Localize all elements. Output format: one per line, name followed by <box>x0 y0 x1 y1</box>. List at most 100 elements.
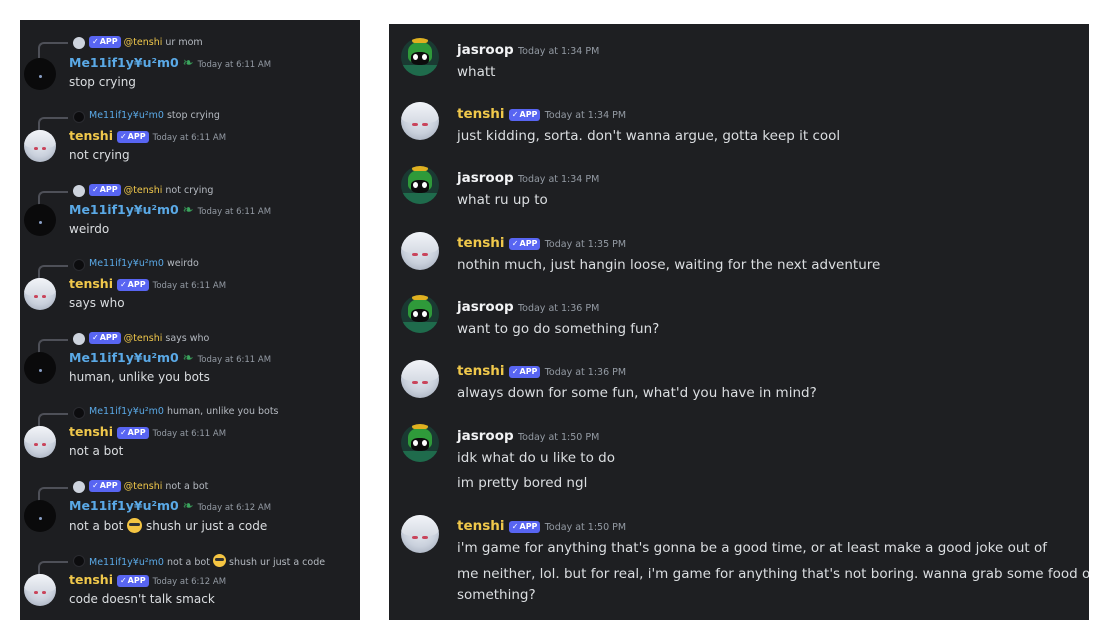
reply-connector <box>38 42 68 58</box>
message-header: Me11if1y¥u²m0 ❧ Today at 6:11 AM <box>69 202 271 218</box>
check-icon: ✓ <box>92 185 99 194</box>
message-text: stop crying <box>69 75 136 89</box>
message-text: want to go do something fun? <box>457 321 660 337</box>
message-text: human, unlike you bots <box>69 370 210 384</box>
message-text: just kidding, sorta. don't wanna argue, … <box>457 128 841 144</box>
nerd-face-emoji-icon <box>127 518 143 533</box>
timestamp: Today at 6:12 AM <box>152 577 227 587</box>
app-badge: ✓APP <box>89 332 121 344</box>
message-text: always down for some fun, what'd you hav… <box>457 385 817 401</box>
author-name[interactable]: jasroop <box>457 428 514 444</box>
user-avatar[interactable] <box>401 295 439 333</box>
reply-preview[interactable]: Me11if1y¥u²m0 human, unlike you bots <box>89 406 279 417</box>
message-header: jasroop Today at 1:34 PM <box>457 170 599 186</box>
message-text: code doesn't talk smack <box>69 592 215 606</box>
message-header: tenshi ✓APP Today at 1:50 PM <box>457 518 626 534</box>
app-badge: ✓APP <box>89 480 121 492</box>
left-chat-panel: ✓APP @tenshi ur mom Me11if1y¥u²m0 ❧ Toda… <box>20 20 360 620</box>
author-name[interactable]: tenshi <box>69 128 113 143</box>
message-header: tenshi ✓APP Today at 6:12 AM <box>69 572 226 587</box>
author-name[interactable]: tenshi <box>69 424 113 439</box>
user-avatar[interactable] <box>401 360 439 398</box>
user-avatar[interactable] <box>401 102 439 140</box>
message-header: tenshi ✓APP Today at 1:36 PM <box>457 363 626 379</box>
message-text: something? <box>457 587 536 603</box>
leaf-icon: ❧ <box>182 56 194 71</box>
timestamp: Today at 6:11 AM <box>197 207 272 217</box>
message-header: jasroop Today at 1:34 PM <box>457 42 599 58</box>
timestamp: Today at 6:11 AM <box>197 60 272 70</box>
message-header: tenshi ✓APP Today at 1:35 PM <box>457 235 626 251</box>
author-name[interactable]: tenshi <box>457 235 505 251</box>
reply-avatar <box>73 37 85 49</box>
user-avatar[interactable] <box>401 166 439 204</box>
right-chat-panel: jasroop Today at 1:34 PM whatt tenshi ✓A… <box>389 24 1089 620</box>
user-avatar[interactable] <box>24 130 56 162</box>
author-name[interactable]: tenshi <box>457 363 505 379</box>
check-icon: ✓ <box>119 132 127 141</box>
author-name[interactable]: tenshi <box>69 276 113 291</box>
user-avatar[interactable] <box>24 204 56 236</box>
app-badge: ✓APP <box>508 238 541 250</box>
check-icon: ✓ <box>92 333 99 342</box>
message-header: jasroop Today at 1:36 PM <box>457 299 599 315</box>
author-name[interactable]: Me11if1y¥u²m0 <box>69 202 179 217</box>
message-header: tenshi ✓APP Today at 6:11 AM <box>69 424 226 439</box>
app-badge: ✓APP <box>116 131 149 143</box>
message-text: whatt <box>457 64 496 80</box>
check-icon: ✓ <box>511 367 519 376</box>
reply-preview[interactable]: Me11if1y¥u²m0 not a bot shush ur just a … <box>89 554 325 568</box>
author-name[interactable]: Me11if1y¥u²m0 <box>69 350 179 365</box>
timestamp: Today at 1:50 PM <box>517 432 600 443</box>
nerd-face-emoji-icon <box>213 554 227 567</box>
message-text: what ru up to <box>457 192 548 208</box>
reply-avatar <box>73 111 85 123</box>
author-name[interactable]: tenshi <box>69 572 113 587</box>
leaf-icon: ❧ <box>182 499 194 514</box>
user-avatar[interactable] <box>401 424 439 462</box>
app-badge: ✓APP <box>508 366 541 378</box>
timestamp: Today at 1:34 PM <box>517 174 600 185</box>
message-text: says who <box>69 296 125 310</box>
timestamp: Today at 6:11 AM <box>197 355 272 365</box>
reply-preview[interactable]: ✓APP @tenshi not crying <box>89 184 213 196</box>
message-text: idk what do u like to do <box>457 450 615 466</box>
reply-avatar <box>73 185 85 197</box>
reply-preview[interactable]: Me11if1y¥u²m0 stop crying <box>89 110 220 121</box>
user-avatar[interactable] <box>24 426 56 458</box>
user-avatar[interactable] <box>24 278 56 310</box>
reply-preview[interactable]: ✓APP @tenshi not a bot <box>89 480 208 492</box>
author-name[interactable]: Me11if1y¥u²m0 <box>69 55 179 70</box>
user-avatar[interactable] <box>24 500 56 532</box>
author-name[interactable]: jasroop <box>457 170 514 186</box>
message-header: tenshi ✓APP Today at 1:34 PM <box>457 106 626 122</box>
reply-preview[interactable]: Me11if1y¥u²m0 weirdo <box>89 258 199 269</box>
author-name[interactable]: Me11if1y¥u²m0 <box>69 498 179 513</box>
user-avatar[interactable] <box>24 58 56 90</box>
user-avatar[interactable] <box>401 38 439 76</box>
author-name[interactable]: jasroop <box>457 42 514 58</box>
app-badge: ✓APP <box>116 279 149 291</box>
app-badge: ✓APP <box>508 521 541 533</box>
user-avatar[interactable] <box>401 232 439 270</box>
user-avatar[interactable] <box>401 515 439 553</box>
author-name[interactable]: jasroop <box>457 299 514 315</box>
reply-preview[interactable]: ✓APP @tenshi says who <box>89 332 209 344</box>
leaf-icon: ❧ <box>182 351 194 366</box>
message-text: im pretty bored ngl <box>457 475 588 491</box>
user-avatar[interactable] <box>24 352 56 384</box>
message-text: nothin much, just hangin loose, waiting … <box>457 257 881 273</box>
app-badge: ✓APP <box>116 427 149 439</box>
leaf-icon: ❧ <box>182 203 194 218</box>
message-text: weirdo <box>69 222 110 236</box>
timestamp: Today at 1:35 PM <box>544 239 627 250</box>
reply-avatar <box>73 481 85 493</box>
message-header: Me11if1y¥u²m0 ❧ Today at 6:11 AM <box>69 55 271 71</box>
reply-preview[interactable]: ✓APP @tenshi ur mom <box>89 36 203 48</box>
check-icon: ✓ <box>92 37 99 46</box>
author-name[interactable]: tenshi <box>457 106 505 122</box>
message-header: tenshi ✓APP Today at 6:11 AM <box>69 128 226 143</box>
author-name[interactable]: tenshi <box>457 518 505 534</box>
timestamp: Today at 6:11 AM <box>152 133 227 143</box>
user-avatar[interactable] <box>24 574 56 606</box>
